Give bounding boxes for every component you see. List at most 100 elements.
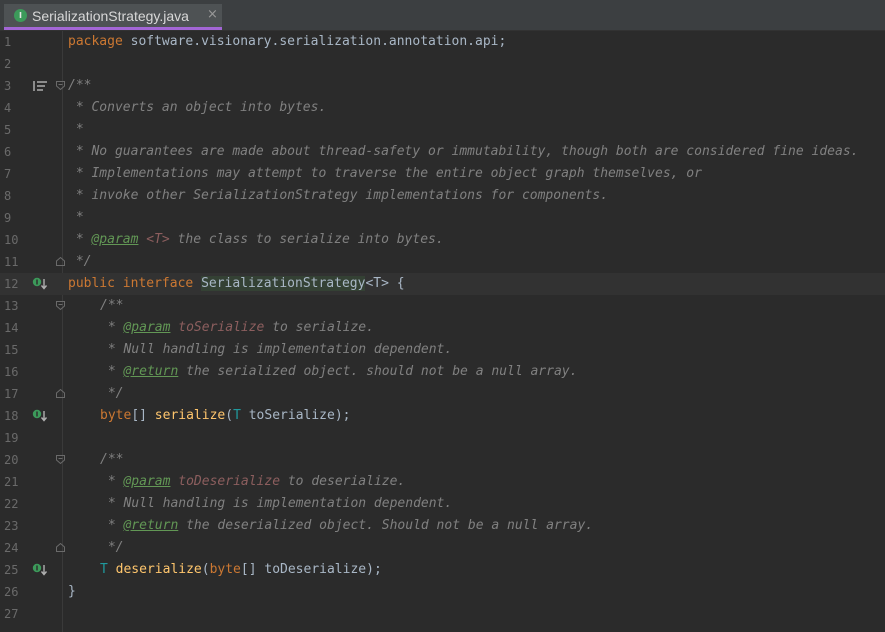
tab-title: SerializationStrategy.java <box>32 8 189 24</box>
javadoc-text: * <box>68 210 84 225</box>
active-tab-indicator <box>4 27 222 30</box>
code-line[interactable]: 14 * @param toSerialize to serialize. <box>0 317 885 339</box>
paren: ( <box>225 408 234 423</box>
javadoc-star: * <box>100 474 124 489</box>
line-number: 3 <box>4 79 12 93</box>
code-line[interactable]: 2 <box>0 53 885 75</box>
line-number: 23 <box>4 519 19 533</box>
code-line[interactable]: 10 * @param <T> the class to serialize i… <box>0 229 885 251</box>
fold-marker-icon[interactable] <box>56 389 65 398</box>
param-list: toSerialize); <box>240 408 351 423</box>
code-line[interactable]: 4 * Converts an object into bytes. <box>0 97 885 119</box>
interface-name: SerializationStrategy <box>201 276 366 291</box>
code-line[interactable]: 6 * No guarantees are made about thread-… <box>0 141 885 163</box>
line-number: 22 <box>4 497 19 511</box>
line-number: 20 <box>4 453 19 467</box>
line-number: 12 <box>4 277 19 291</box>
javadoc-tag: @return <box>123 518 179 533</box>
file-tab[interactable]: I SerializationStrategy.java × <box>4 4 222 30</box>
javadoc-text: * invoke other SerializationStrategy imp… <box>68 188 609 203</box>
fold-marker-icon[interactable] <box>56 301 65 310</box>
code-line[interactable]: 26 } <box>0 581 885 603</box>
line-number: 8 <box>4 189 12 203</box>
implemented-interface-icon[interactable] <box>32 277 48 291</box>
javadoc-open: /** <box>100 452 124 467</box>
package-path: software.visionary.serialization.annotat… <box>122 34 507 49</box>
fold-marker-icon[interactable] <box>56 543 65 552</box>
line-number: 24 <box>4 541 19 555</box>
param-list: [] toDeserialize); <box>240 562 382 577</box>
fold-marker-icon[interactable] <box>56 81 65 90</box>
param-name: toSerialize <box>178 320 265 335</box>
fold-marker-icon[interactable] <box>56 257 65 266</box>
code-line[interactable]: 22 * Null handling is implementation dep… <box>0 493 885 515</box>
javadoc-text: the class to serialize into bytes. <box>169 232 444 247</box>
line-number: 21 <box>4 475 19 489</box>
code-line[interactable]: 16 * @return the serialized object. shou… <box>0 361 885 383</box>
method-name: deserialize <box>115 562 202 577</box>
keyword: public <box>68 276 115 291</box>
line-number: 25 <box>4 563 19 577</box>
javadoc-render-icon[interactable] <box>32 79 48 93</box>
code-line[interactable]: 12 public interface SerializationStrateg… <box>0 273 885 295</box>
line-number: 13 <box>4 299 19 313</box>
interface-file-icon: I <box>14 9 27 22</box>
javadoc-text: to serialize. <box>264 320 374 335</box>
code-line[interactable]: 5 * <box>0 119 885 141</box>
code-line[interactable]: 7 * Implementations may attempt to trave… <box>0 163 885 185</box>
implemented-method-icon[interactable] <box>32 563 48 577</box>
keyword: package <box>68 34 123 49</box>
implemented-method-icon[interactable] <box>32 409 48 423</box>
code-line[interactable]: 19 <box>0 427 885 449</box>
line-number: 14 <box>4 321 19 335</box>
code-line[interactable]: 9 * <box>0 207 885 229</box>
code-line[interactable]: 8 * invoke other SerializationStrategy i… <box>0 185 885 207</box>
code-line[interactable]: 15 * Null handling is implementation dep… <box>0 339 885 361</box>
code-line[interactable]: 13 /** <box>0 295 885 317</box>
code-editor[interactable]: 1 package software.visionary.serializati… <box>0 31 885 632</box>
javadoc-text: the serialized object. should not be a n… <box>178 364 578 379</box>
code-line[interactable]: 1 package software.visionary.serializati… <box>0 31 885 53</box>
code-line[interactable]: 23 * @return the deserialized object. Sh… <box>0 515 885 537</box>
line-number: 10 <box>4 233 19 247</box>
javadoc-close: */ <box>100 540 124 555</box>
javadoc-text: * <box>68 122 84 137</box>
keyword: byte <box>209 562 241 577</box>
code-line[interactable]: 24 */ <box>0 537 885 559</box>
line-number: 16 <box>4 365 19 379</box>
code-line[interactable]: 20 /** <box>0 449 885 471</box>
javadoc-tag: @return <box>123 364 179 379</box>
line-number: 19 <box>4 431 19 445</box>
javadoc-tag: @param <box>123 320 171 335</box>
fold-marker-icon[interactable] <box>56 455 65 464</box>
line-number: 7 <box>4 167 12 181</box>
javadoc-text: * Implementations may attempt to travers… <box>68 166 702 181</box>
code-line[interactable]: 3 /** <box>0 75 885 97</box>
paren: ( <box>201 562 210 577</box>
javadoc-star: * <box>100 320 124 335</box>
code-line[interactable]: 21 * @param toDeserialize to deserialize… <box>0 471 885 493</box>
code-line[interactable]: 18 byte[] serialize(T toSerialize); <box>0 405 885 427</box>
code-line[interactable]: 17 */ <box>0 383 885 405</box>
javadoc-text: * Null handling is implementation depend… <box>100 496 453 511</box>
keyword: byte <box>100 408 132 423</box>
javadoc-open: /** <box>68 78 92 93</box>
line-number: 2 <box>4 57 12 71</box>
javadoc-tag: @param <box>91 232 139 247</box>
line-number: 5 <box>4 123 12 137</box>
type-param: T <box>100 562 108 577</box>
method-name: serialize <box>154 408 226 423</box>
javadoc-close: */ <box>100 386 124 401</box>
code-line[interactable]: 11 */ <box>0 251 885 273</box>
javadoc-text: to deserialize. <box>280 474 406 489</box>
code-line[interactable]: 27 <box>0 603 885 625</box>
close-tab-icon[interactable]: × <box>207 7 218 22</box>
javadoc-star: * <box>100 364 124 379</box>
array-brackets: [] <box>131 408 155 423</box>
line-number: 26 <box>4 585 19 599</box>
line-number: 27 <box>4 607 19 621</box>
code-line[interactable]: 25 T deserialize(byte[] toDeserialize); <box>0 559 885 581</box>
javadoc-close: */ <box>68 254 92 269</box>
line-number: 17 <box>4 387 19 401</box>
line-number: 18 <box>4 409 19 423</box>
